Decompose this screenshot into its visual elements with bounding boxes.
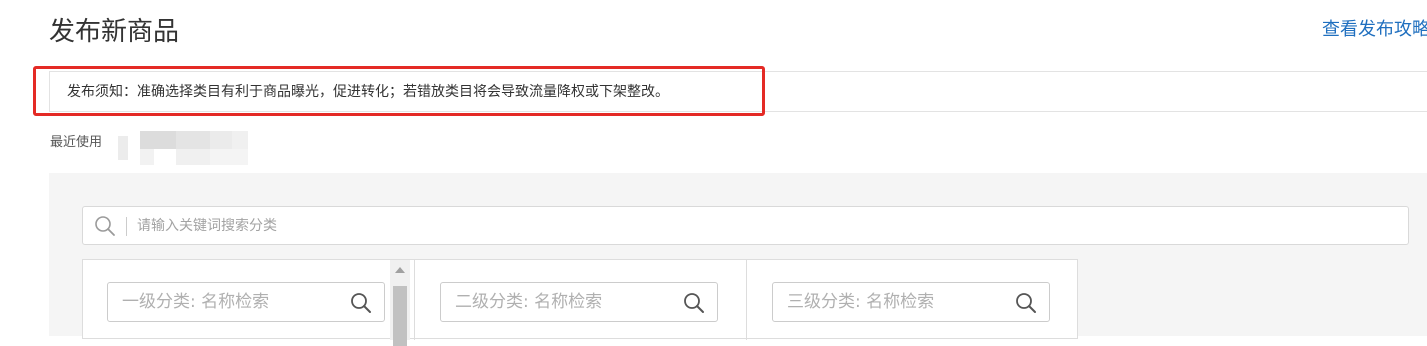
level3-column [747,260,1077,340]
category-panel [49,173,1427,346]
level3-search-input[interactable] [787,291,1002,313]
level1-scrollbar[interactable] [390,260,410,346]
scroll-thumb[interactable] [393,286,407,346]
publish-notice: 发布须知：准确选择类目有利于商品曝光，促进转化；若错放类目将会导致流量降权或下架… [49,71,1427,112]
search-icon[interactable] [1015,292,1037,314]
search-icon [94,215,116,237]
category-search-input[interactable] [137,213,1337,239]
recent-used-label: 最近使用 [50,135,103,150]
level3-search-field[interactable] [772,282,1050,322]
search-icon[interactable] [683,292,705,314]
publish-guide-link[interactable]: 查看发布攻略 [1322,17,1427,43]
level1-search-input[interactable] [122,291,337,313]
search-icon[interactable] [350,292,372,314]
scroll-up-arrow-icon[interactable] [395,267,405,273]
search-divider [126,217,127,236]
page-title: 发布新商品 [49,17,180,47]
publish-notice-text: 发布须知：准确选择类目有利于商品曝光，促进转化；若错放类目将会导致流量降权或下架… [67,84,669,100]
level2-search-field[interactable] [440,282,718,322]
category-search-bar[interactable] [82,206,1409,245]
category-columns [82,259,1078,346]
level1-column [83,260,415,346]
level2-search-input[interactable] [455,291,670,313]
level2-column [415,260,747,340]
level1-search-field[interactable] [107,282,385,322]
recent-category-item[interactable] [118,127,250,167]
